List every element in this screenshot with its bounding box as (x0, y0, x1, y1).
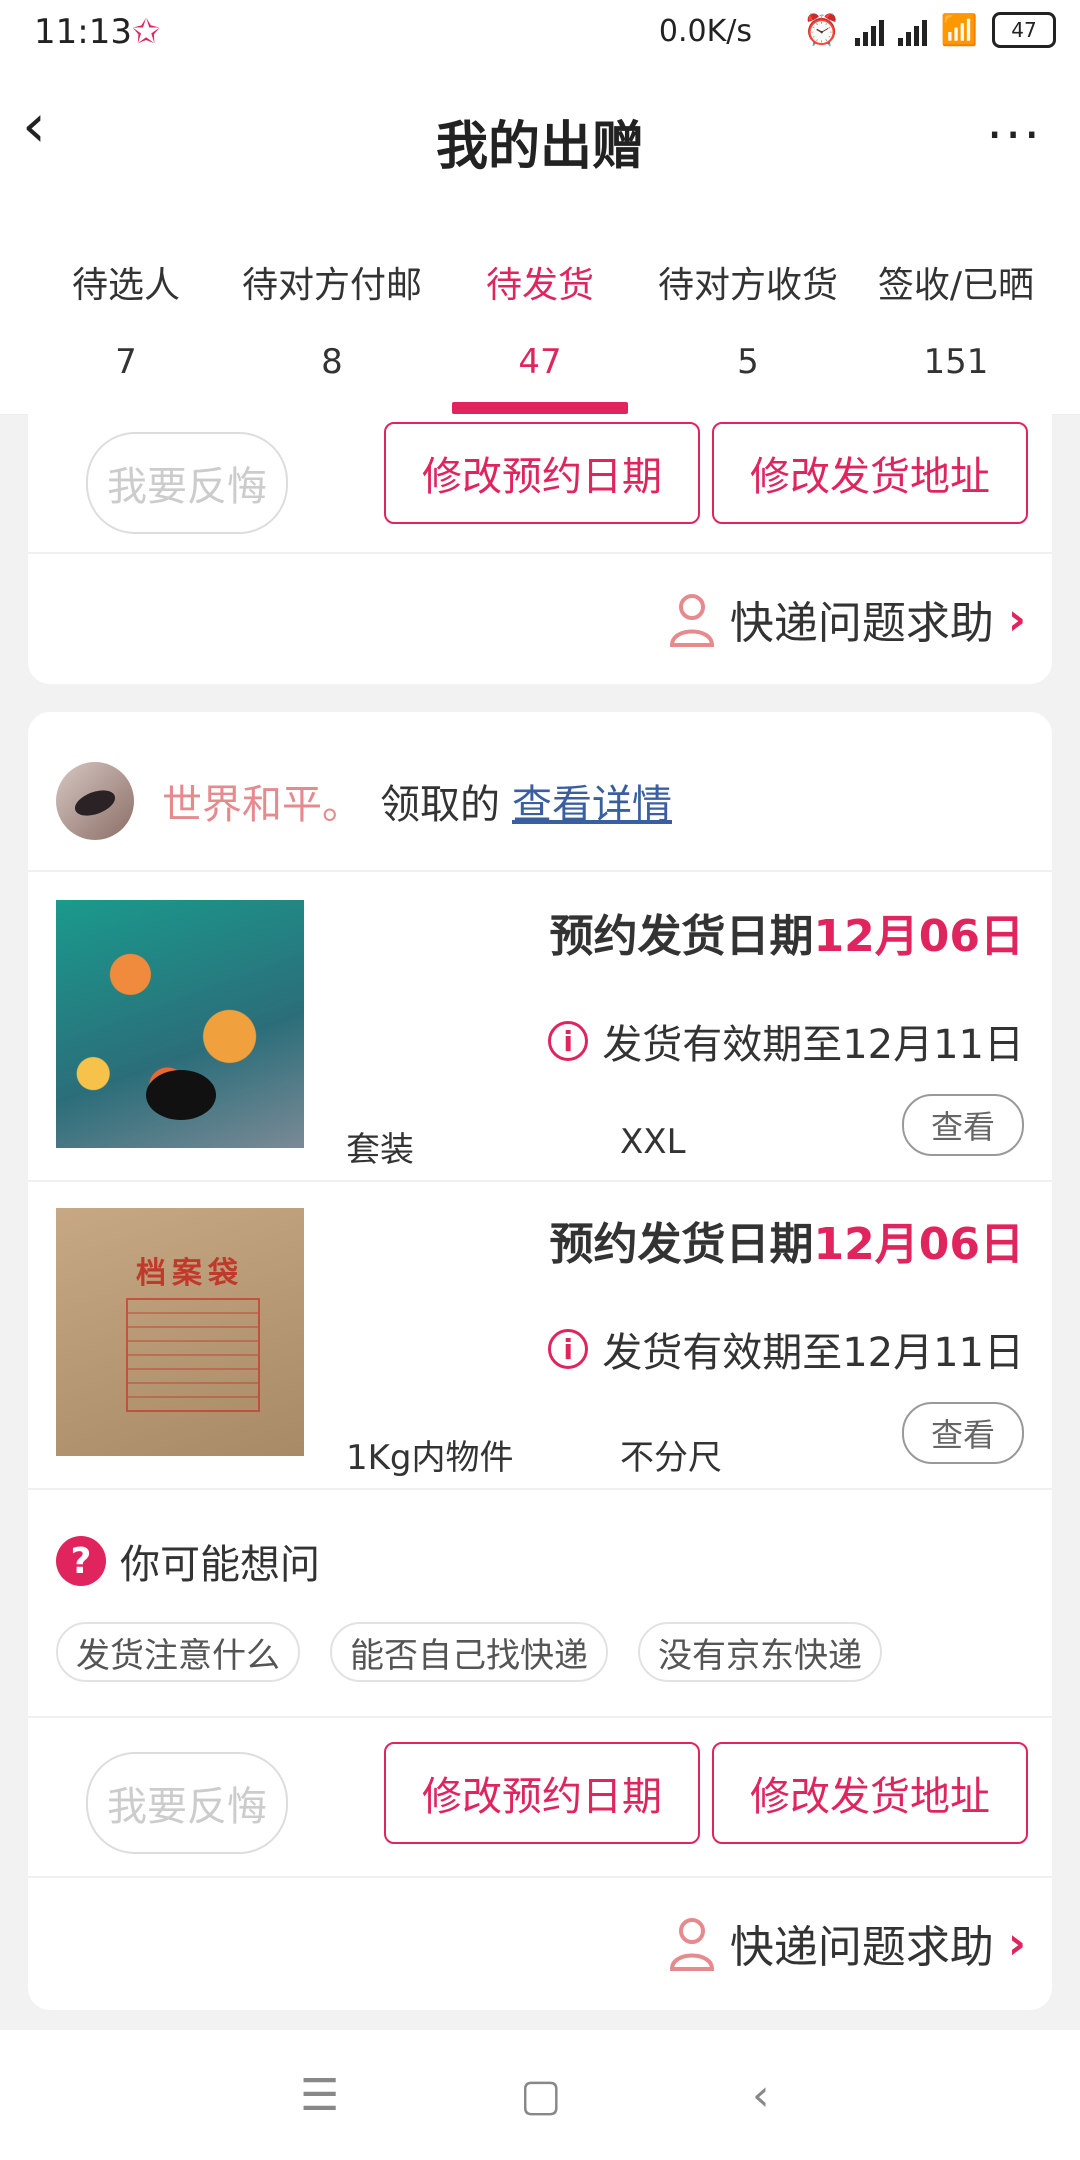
faq-chip[interactable]: 发货注意什么 (56, 1622, 300, 1682)
faq-title-row: ? 你可能想问 (56, 1532, 320, 1590)
ship-date: 预约发货日期12月06日 (550, 900, 1024, 964)
back-icon[interactable]: ‹ (752, 2070, 770, 2121)
tab-pending-shipment[interactable]: 待发货 47 (432, 200, 648, 414)
person-icon (669, 594, 714, 647)
divider (28, 1716, 1052, 1718)
item-category: 1Kg内物件 (346, 1438, 514, 1478)
thumbnail-form-grid (126, 1298, 260, 1412)
tab-label: 待对方付邮 (241, 265, 422, 306)
view-item-button[interactable]: 查看 (902, 1094, 1024, 1156)
tab-label: 签收/已晒 (877, 265, 1035, 306)
tab-count: 151 (923, 342, 989, 382)
courier-help-label: 快递问题求助 (729, 598, 994, 649)
item-size: XXL (620, 1122, 686, 1162)
change-date-button[interactable]: 修改预约日期 (384, 1742, 700, 1844)
view-detail-link[interactable]: 查看详情 (512, 772, 672, 830)
item-thumbnail[interactable]: 档案袋 (56, 1208, 304, 1456)
thumbnail-text: 档案袋 (136, 1256, 244, 1291)
faq-chip[interactable]: 能否自己找快递 (330, 1622, 608, 1682)
tab-pending-select[interactable]: 待选人 7 (18, 200, 234, 414)
star-icon: ✩ (132, 12, 161, 52)
valid-until: i 发货有效期至12月11日 (548, 1320, 1024, 1378)
status-icons: ⏰ 📶 47 (803, 12, 1056, 48)
ship-date-value: 12月06日 (813, 911, 1024, 962)
courier-help-link[interactable]: 快递问题求助 › (668, 584, 1026, 654)
tab-label: 待发货 (485, 265, 594, 306)
status-bar: 11:13 ✩ 0.0K/s ⏰ 📶 47 (0, 0, 1080, 66)
giver-row: 世界和平。 领取的 查看详情 (56, 762, 672, 840)
alarm-icon: ⏰ (803, 12, 841, 48)
user-name[interactable]: 世界和平。 (162, 772, 362, 830)
valid-until-text: 发货有效期至12月11日 (602, 1330, 1024, 1376)
question-icon: ? (56, 1536, 106, 1586)
regret-button[interactable]: 我要反悔 (86, 432, 288, 534)
received-text: 领取的 (380, 782, 500, 828)
change-date-button[interactable]: 修改预约日期 (384, 422, 700, 524)
avatar[interactable] (56, 762, 134, 840)
info-icon: i (548, 1021, 589, 1061)
action-row: 我要反悔 修改预约日期 修改发货地址 (28, 414, 1052, 572)
courier-help-link[interactable]: 快递问题求助 › (668, 1908, 1026, 1978)
courier-help-label: 快递问题求助 (729, 1922, 994, 1973)
chevron-right-icon: › (1007, 593, 1026, 645)
faq-chips: 发货注意什么 能否自己找快递 没有京东快递 (56, 1622, 882, 1682)
ship-date-label: 预约发货日期 (549, 1219, 814, 1270)
network-speed: 0.0K/s (658, 14, 752, 49)
tab-pending-postage[interactable]: 待对方付邮 8 (224, 200, 440, 414)
order-item: 预约发货日期12月06日 i 发货有效期至12月11日 套装 XXL 查看 (28, 872, 1052, 1180)
ship-date-value: 12月06日 (813, 1219, 1024, 1270)
page-title: 我的出赠 (435, 117, 644, 177)
regret-button[interactable]: 我要反悔 (86, 1752, 288, 1854)
view-item-button[interactable]: 查看 (902, 1402, 1024, 1464)
tab-count: 7 (115, 342, 137, 382)
divider (28, 552, 1052, 554)
order-item: 档案袋 预约发货日期12月06日 i 发货有效期至12月11日 1Kg内物件 不分… (28, 1180, 1052, 1488)
valid-until-text: 发货有效期至12月11日 (602, 1022, 1024, 1068)
tab-count: 8 (321, 342, 343, 382)
faq-title: 你可能想问 (120, 1542, 320, 1588)
menu-icon[interactable]: ☰ (300, 2070, 339, 2121)
valid-until: i 发货有效期至12月11日 (548, 1012, 1024, 1070)
tab-signed[interactable]: 签收/已晒 151 (848, 200, 1064, 414)
home-icon[interactable]: ▢ (520, 2070, 562, 2121)
battery-indicator: 47 (992, 12, 1056, 48)
divider (28, 1876, 1052, 1878)
ship-date-label: 预约发货日期 (549, 911, 814, 962)
divider (28, 1488, 1052, 1490)
chevron-right-icon: › (1007, 1917, 1026, 1969)
change-address-button[interactable]: 修改发货地址 (712, 422, 1028, 524)
signal-icon-2 (897, 14, 927, 46)
ship-date: 预约发货日期12月06日 (550, 1208, 1024, 1272)
status-time: 11:13 (34, 12, 132, 52)
tab-count: 47 (518, 342, 562, 382)
navigation-bar: ‹ 我的出赠 ··· (0, 66, 1080, 200)
tab-count: 5 (737, 342, 759, 382)
tab-label: 待选人 (71, 265, 180, 306)
wifi-icon: 📶 (940, 12, 978, 48)
faq-chip[interactable]: 没有京东快递 (638, 1622, 882, 1682)
status-tabs: 待选人 7 待对方付邮 8 待发货 47 待对方收货 5 签收/已晒 151 (0, 200, 1080, 415)
tab-pending-receipt[interactable]: 待对方收货 5 (640, 200, 856, 414)
faq-section: ? 你可能想问 (56, 1532, 320, 1590)
item-size: 不分尺 (620, 1438, 722, 1478)
signal-icon (854, 14, 884, 46)
more-options-icon[interactable]: ··· (986, 106, 1042, 166)
item-category: 套装 (346, 1130, 414, 1170)
order-card: 世界和平。 领取的 查看详情 预约发货日期12月06日 i 发货有效期至12月11… (28, 712, 1052, 2010)
info-icon: i (548, 1329, 589, 1369)
item-thumbnail[interactable] (56, 900, 304, 1148)
active-tab-indicator (452, 402, 628, 414)
system-navigation-bar: ☰ ▢ ‹ (0, 2030, 1080, 2160)
tab-label: 待对方收货 (657, 265, 838, 306)
person-icon (669, 1918, 714, 1971)
order-card-previous: 我要反悔 修改预约日期 修改发货地址 快递问题求助 › (28, 414, 1052, 684)
change-address-button[interactable]: 修改发货地址 (712, 1742, 1028, 1844)
